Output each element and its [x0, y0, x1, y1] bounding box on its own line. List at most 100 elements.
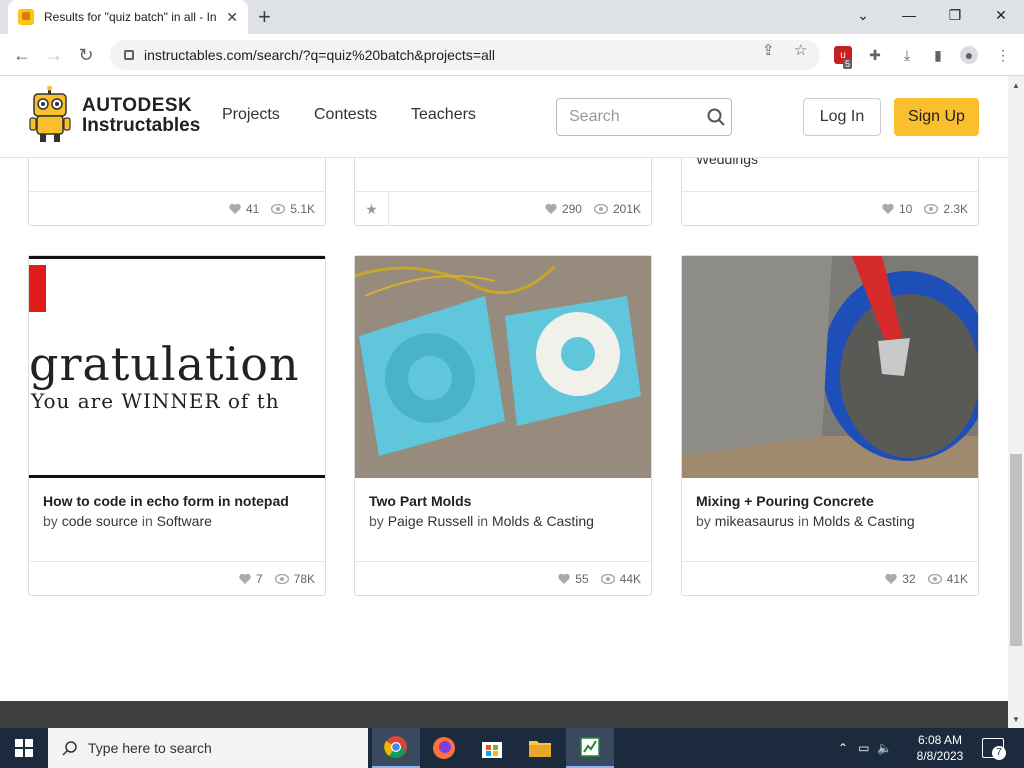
category-link[interactable]: Molds & Casting	[492, 513, 594, 529]
nav-teachers[interactable]: Teachers	[411, 106, 476, 124]
card-category-link[interactable]: Weddings	[696, 158, 758, 167]
molds-photo	[355, 256, 651, 478]
nav-contests[interactable]: Contests	[314, 106, 377, 124]
tab-close-icon[interactable]: ✕	[226, 9, 238, 26]
site-footer	[0, 701, 1008, 728]
views-count: 78K	[293, 571, 315, 586]
eye-icon	[924, 203, 939, 214]
nav-projects[interactable]: Projects	[222, 106, 280, 124]
likes-count: 55	[575, 571, 589, 586]
close-window-icon[interactable]: ✕	[978, 0, 1024, 30]
project-card[interactable]: Two Part Molds by Paige Russell in Molds…	[354, 255, 652, 596]
project-thumbnail[interactable]	[682, 256, 978, 478]
likes-count: 7	[255, 571, 263, 586]
tab-search-chevron-icon[interactable]: ⌄	[840, 0, 886, 30]
windows-taskbar: Type here to search ⌃ ▭ 🔈 6:08 AM 8/8/20…	[0, 728, 1024, 768]
heart-icon	[885, 573, 897, 584]
eye-icon	[271, 203, 286, 214]
taskbar-search-box[interactable]: Type here to search	[48, 728, 368, 768]
views-count: 44K	[619, 571, 641, 586]
project-card[interactable]: gratulation You are WINNER of th How to …	[28, 255, 326, 596]
heart-icon	[545, 203, 557, 214]
card-title[interactable]: How to code in echo form in notepad	[43, 493, 289, 509]
extensions-puzzle-icon[interactable]: ✚	[866, 46, 884, 64]
browser-tab-strip: Results for "quiz batch" in all - In ✕ +…	[0, 0, 1024, 34]
thumbnail-text-small: You are WINNER of th	[31, 389, 280, 413]
project-thumbnail[interactable]: gratulation You are WINNER of th	[29, 256, 325, 478]
card-title[interactable]: Two Part Molds	[369, 493, 471, 509]
card-stats: 7 78K	[29, 561, 325, 595]
system-clock[interactable]: 6:08 AM 8/8/2023	[905, 732, 975, 764]
signup-button[interactable]: Sign Up	[894, 98, 979, 136]
browser-toolbar: ← → ↻ instructables.com/search/?q=quiz%2…	[0, 34, 1024, 76]
instructables-favicon-icon	[18, 9, 34, 25]
tab-title: Results for "quiz batch" in all - In	[44, 10, 217, 24]
clock-date: 8/8/2023	[916, 749, 964, 763]
author-link[interactable]: code source	[62, 513, 138, 529]
file-explorer-taskbar-icon[interactable]	[516, 728, 564, 768]
heart-icon	[558, 573, 570, 584]
bookmark-star-icon[interactable]: ☆	[794, 41, 807, 59]
heart-icon	[229, 203, 241, 214]
card-title[interactable]: Mixing + Pouring Concrete	[696, 493, 874, 509]
project-thumbnail[interactable]	[355, 256, 651, 478]
views-count: 41K	[946, 571, 968, 586]
eye-icon	[593, 203, 608, 214]
instructables-robot-logo-icon[interactable]	[28, 86, 72, 144]
side-panel-icon[interactable]: ▮	[929, 46, 947, 64]
system-tray: ⌃ ▭ 🔈	[838, 728, 892, 768]
chevron-up-icon[interactable]: ⌃	[838, 741, 848, 755]
site-logo-text[interactable]: AUTODESK Instructables	[82, 96, 200, 136]
views-count: 5.1K	[290, 201, 315, 216]
red-shape	[29, 265, 46, 312]
clock-time: 6:08 AM	[917, 733, 963, 747]
url-text: instructables.com/search/?q=quiz%20batch…	[144, 47, 495, 63]
page-scrollbar[interactable]: ▲ ▼	[1008, 76, 1024, 728]
reload-icon[interactable]: ↻	[75, 44, 97, 66]
share-icon[interactable]: ⇪	[762, 41, 775, 59]
menu-kebab-icon[interactable]: ⋮	[994, 46, 1012, 64]
profile-avatar-icon[interactable]: ●	[960, 46, 978, 64]
scroll-down-arrow-icon[interactable]: ▼	[1008, 712, 1024, 726]
project-card[interactable]: 41 5.1K	[28, 158, 326, 226]
likes-count: 32	[902, 571, 916, 586]
spreadsheet-app-taskbar-icon[interactable]	[566, 728, 614, 768]
card-stats: 55 44K	[355, 561, 651, 595]
views-count: 2.3K	[943, 201, 968, 216]
lock-icon	[124, 50, 134, 60]
category-link[interactable]: Software	[157, 513, 212, 529]
likes-count: 41	[245, 201, 260, 216]
scrollbar-thumb[interactable]	[1010, 454, 1022, 646]
author-link[interactable]: Paige Russell	[388, 513, 474, 529]
windows-start-icon[interactable]	[0, 728, 48, 768]
firefox-taskbar-icon[interactable]	[420, 728, 468, 768]
login-button[interactable]: Log In	[803, 98, 881, 136]
site-search-input[interactable]	[569, 108, 699, 126]
volume-icon[interactable]: 🔈	[877, 741, 892, 755]
heart-icon	[882, 203, 894, 214]
minimize-icon[interactable]: —	[886, 0, 932, 30]
network-icon[interactable]: ▭	[858, 741, 869, 755]
back-icon[interactable]: ←	[11, 44, 33, 66]
project-card[interactable]: Mixing + Pouring Concrete by mikeasaurus…	[681, 255, 979, 596]
author-link[interactable]: mikeasaurus	[715, 513, 794, 529]
chrome-taskbar-icon[interactable]	[372, 728, 420, 768]
forward-icon[interactable]: →	[43, 44, 65, 66]
restore-icon[interactable]: ❐	[932, 0, 978, 30]
likes-count: 10	[898, 201, 913, 216]
browser-tab[interactable]: Results for "quiz batch" in all - In ✕	[8, 0, 248, 34]
extension-badge: 5	[843, 59, 853, 69]
address-bar[interactable]: instructables.com/search/?q=quiz%20batch…	[110, 40, 820, 70]
project-card[interactable]: Weddings 10 2.3K	[681, 158, 979, 226]
scroll-up-arrow-icon[interactable]: ▲	[1008, 78, 1024, 92]
microsoft-store-taskbar-icon[interactable]	[468, 728, 516, 768]
views-count: 201K	[612, 201, 641, 216]
featured-star-icon: ★	[355, 192, 389, 226]
search-icon	[62, 741, 77, 756]
project-card[interactable]: ★ 290 201K	[354, 158, 652, 226]
new-tab-icon[interactable]: +	[258, 6, 271, 28]
download-icon[interactable]: ⤓	[898, 46, 916, 64]
search-icon[interactable]	[707, 108, 725, 126]
category-link[interactable]: Molds & Casting	[813, 513, 915, 529]
concrete-photo	[682, 256, 978, 478]
